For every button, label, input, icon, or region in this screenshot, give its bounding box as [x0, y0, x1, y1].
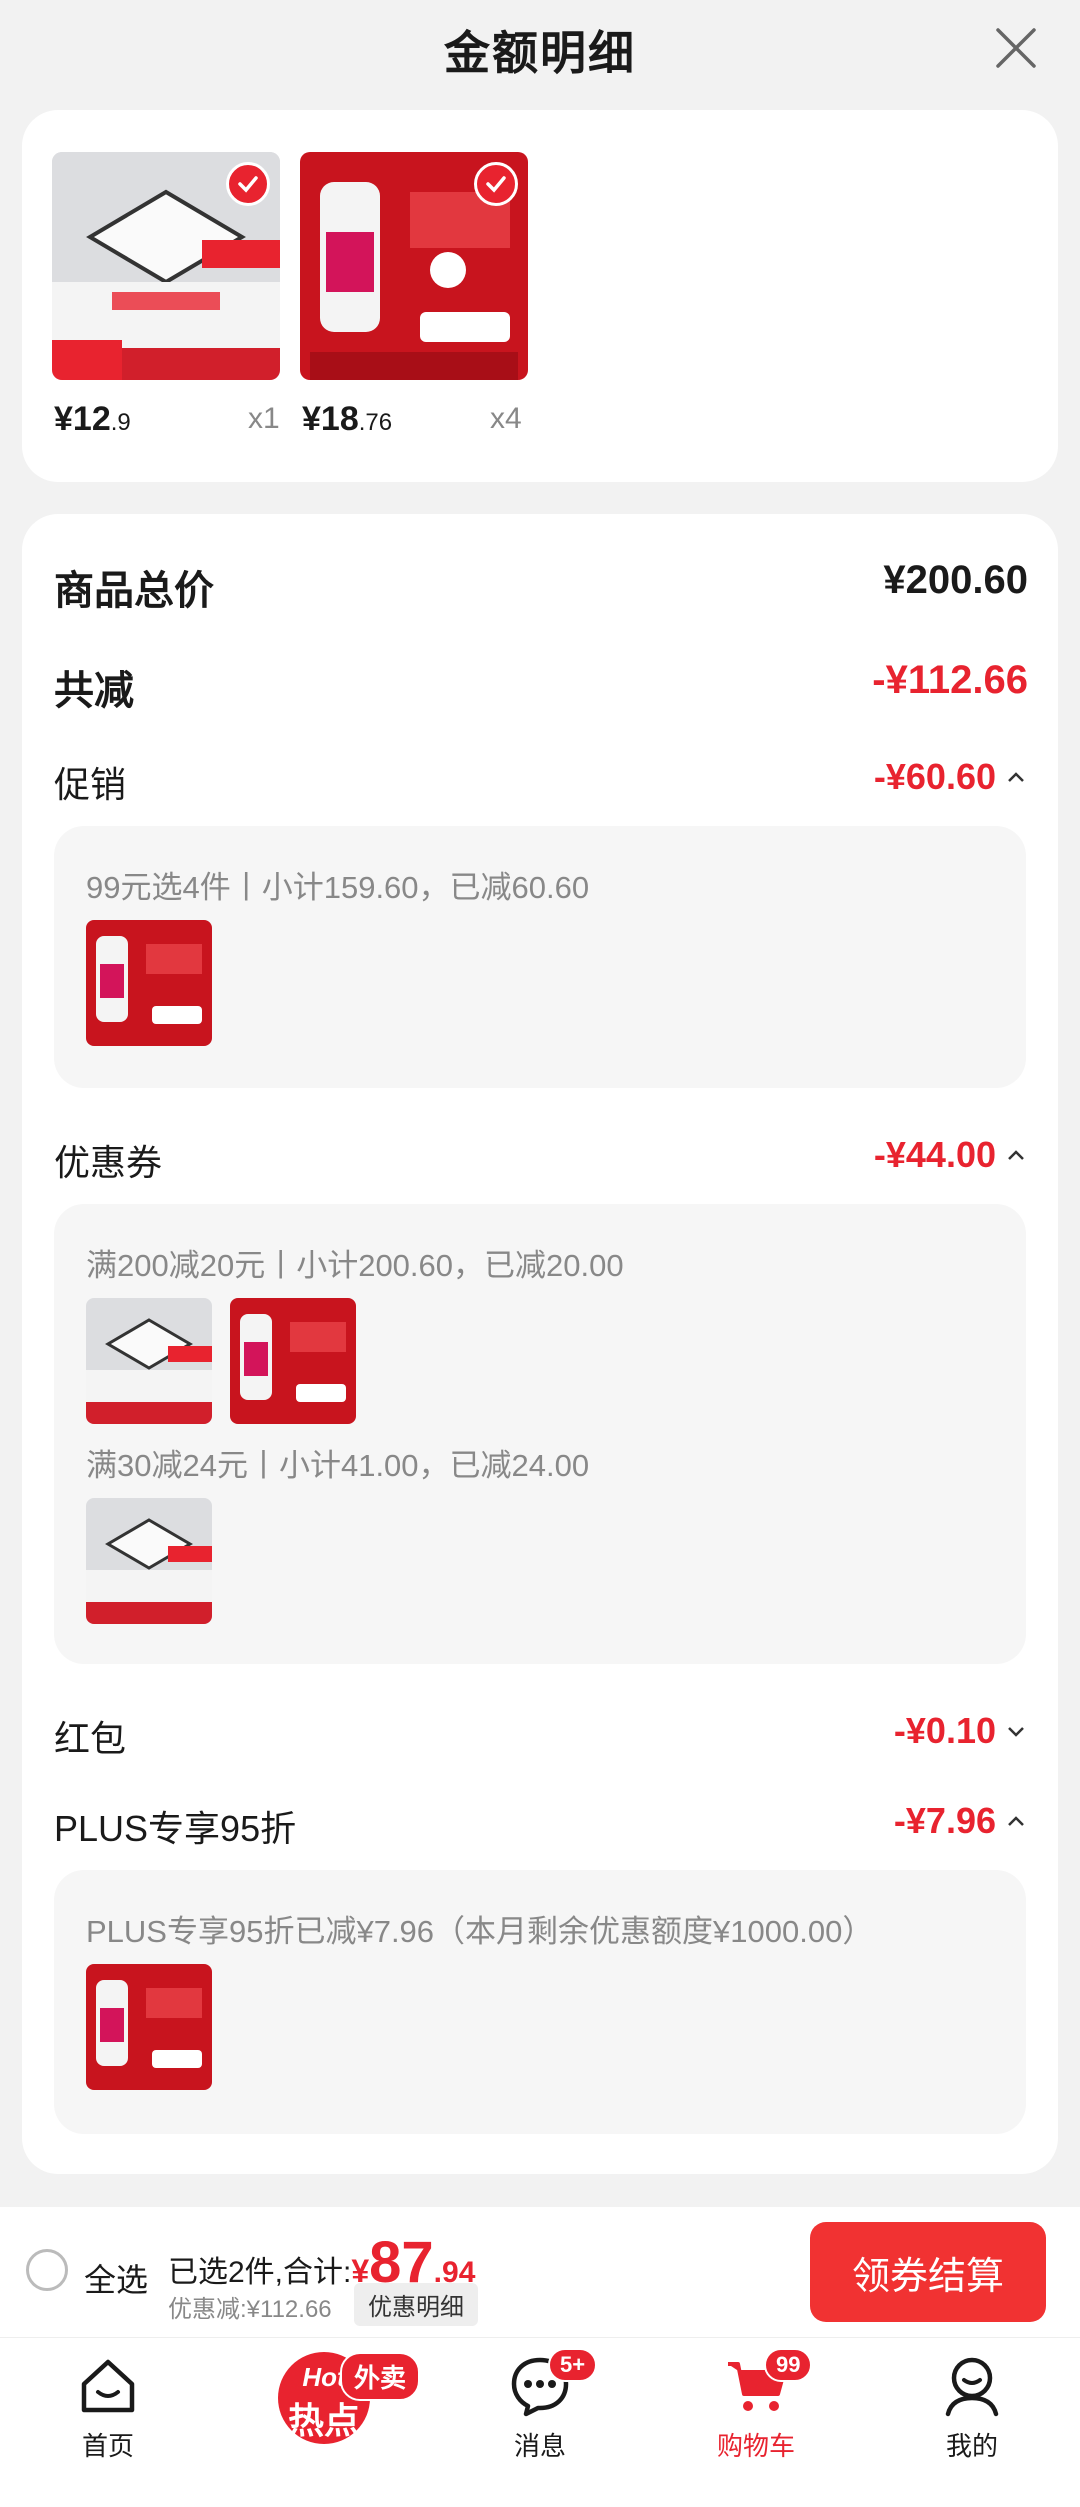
- total-price-value: ¥200.60: [883, 558, 1028, 602]
- plus-detail-panel: PLUS专享95折已减¥7.96（本月剩余优惠额度¥1000.00）: [54, 1870, 1026, 2134]
- home-icon: [81, 2359, 135, 2413]
- chevron-up-icon: [1008, 1816, 1024, 1826]
- promo-detail-text: 99元选4件丨小计159.60，已减60.60: [86, 870, 590, 905]
- discount-detail-button[interactable]: 优惠明细: [354, 2283, 478, 2326]
- selected-count-text: 已选2件,合计:: [168, 2256, 352, 2289]
- tab-cart[interactable]: 购物车: [676, 2354, 836, 2463]
- item-price: ¥12.9: [54, 400, 131, 438]
- coupon-detail-panel: 满200减20元丨小计200.60，已减20.00 满30减24元丨小计41.0…: [54, 1204, 1026, 1664]
- chevron-up-icon: [1008, 772, 1024, 782]
- page-title: 金额明细: [444, 27, 636, 79]
- plus-detail-text: PLUS专享95折已减¥7.96（本月剩余优惠额度¥1000.00）: [86, 1914, 874, 1949]
- message-badge: 5+: [548, 2348, 598, 2382]
- tab-home[interactable]: 首页: [28, 2354, 188, 2463]
- coupon-item-thumbnail-lamp: [86, 1298, 212, 1424]
- coupon-value: -¥44.00: [873, 1134, 996, 1175]
- chevron-down-icon: [1008, 1727, 1024, 1737]
- price-breakdown-card: 商品总价 ¥200.60 共减 -¥112.66 促销 -¥60.60 99元选…: [22, 514, 1058, 2174]
- tab-label: 消息: [513, 2431, 566, 2461]
- item-thumbnail-shampoo[interactable]: [300, 152, 528, 380]
- selected-items-card: ¥12.9 x1 ¥18.76 x4: [22, 110, 1058, 482]
- plus-value: -¥7.96: [893, 1800, 996, 1841]
- total-reduce-label: 共减: [54, 669, 134, 713]
- promo-label: 促销: [54, 764, 127, 805]
- profile-icon: [945, 2357, 999, 2417]
- checkout-button[interactable]: 领券结算: [810, 2222, 1046, 2322]
- promo-toggle[interactable]: -¥60.60: [874, 756, 1028, 798]
- discount-text: 优惠减:¥112.66: [168, 2296, 332, 2323]
- plus-item-thumbnail-shampoo: [86, 1964, 212, 2090]
- tab-mine[interactable]: 我的: [892, 2354, 1052, 2463]
- plus-toggle[interactable]: -¥7.96: [894, 1800, 1028, 1842]
- item-selected-check-icon[interactable]: [226, 162, 270, 206]
- coupon-item-thumbnail-shampoo: [230, 1298, 356, 1424]
- promo-item-thumbnail-shampoo: [86, 920, 212, 1046]
- takeout-badge: 外卖: [340, 2352, 421, 2401]
- item-quantity: x4: [490, 402, 522, 435]
- promo-detail-panel: 99元选4件丨小计159.60，已减60.60: [54, 826, 1026, 1088]
- header: 金额明细: [0, 0, 1080, 100]
- select-all-radio[interactable]: [26, 2249, 68, 2291]
- tab-label: 我的: [945, 2431, 998, 2461]
- item-thumbnail-lamp[interactable]: [52, 152, 280, 380]
- select-all-label[interactable]: 全选: [84, 2255, 148, 2301]
- coupon-label: 优惠券: [54, 1142, 163, 1183]
- coupon-toggle[interactable]: -¥44.00: [874, 1134, 1028, 1176]
- checkout-bar: 全选 已选2件,合计:¥87.94 优惠减:¥112.66 优惠明细 领券结算: [0, 2207, 1080, 2337]
- total-reduce-value: -¥112.66: [872, 658, 1028, 702]
- close-icon[interactable]: [990, 22, 1042, 74]
- redpack-label: 红包: [54, 1718, 127, 1759]
- total-price-label: 商品总价: [54, 569, 214, 613]
- item-price: ¥18.76: [302, 400, 393, 438]
- coupon-detail-text-2: 满30减24元丨小计41.00，已减24.00: [86, 1448, 590, 1483]
- promo-value: -¥60.60: [873, 756, 996, 797]
- chevron-up-icon: [1008, 1150, 1024, 1160]
- redpack-value: -¥0.10: [893, 1710, 996, 1751]
- redpack-toggle[interactable]: -¥0.10: [894, 1710, 1028, 1752]
- item-quantity: x1: [248, 402, 280, 435]
- item-selected-check-icon[interactable]: [474, 162, 518, 206]
- tab-label: 购物车: [716, 2431, 795, 2461]
- bottom-tab-bar: 首页 Hot 热点 外卖 消息 5+ 购物车 99 我的: [0, 2337, 1080, 2507]
- cart-badge: 99: [764, 2348, 813, 2382]
- coupon-detail-text-1: 满200减20元丨小计200.60，已减20.00: [86, 1248, 624, 1283]
- coupon-item-thumbnail-lamp: [86, 1498, 212, 1624]
- tab-label: 首页: [81, 2431, 134, 2461]
- plus-label: PLUS专享95折: [54, 1808, 297, 1849]
